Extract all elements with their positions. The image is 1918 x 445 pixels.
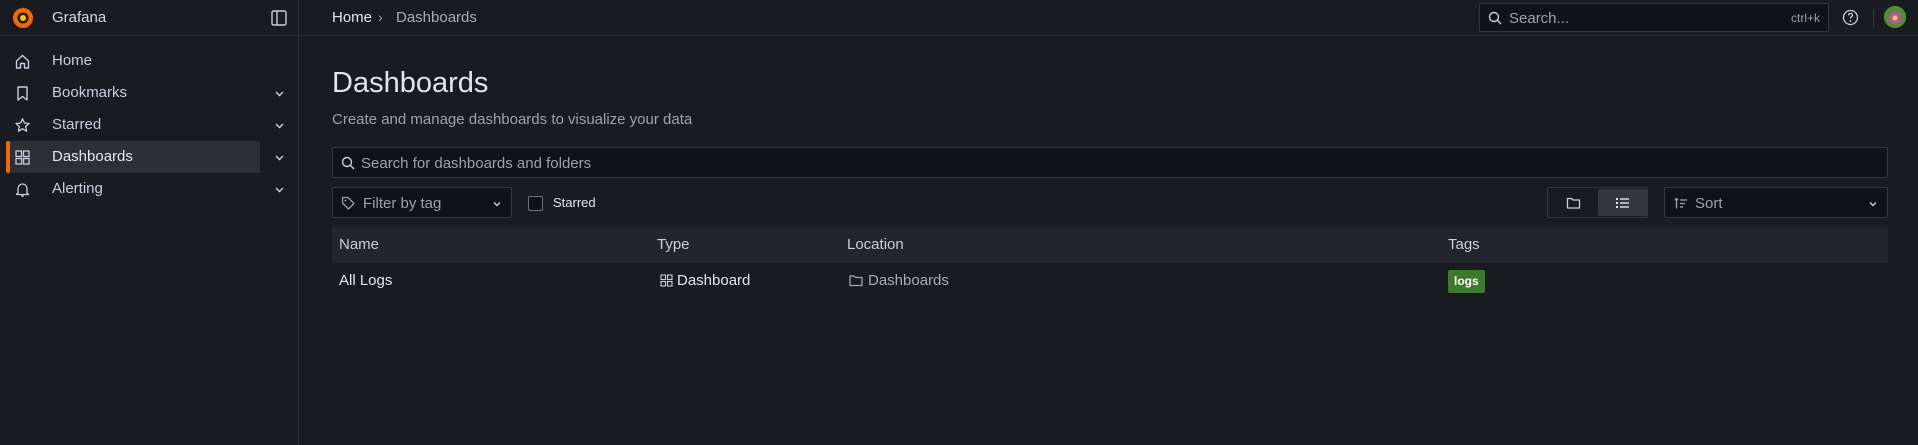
chevron-down-icon[interactable] (273, 119, 286, 132)
active-item-highlight (6, 141, 260, 173)
sidebar-item-dashboards[interactable]: Dashboards (0, 141, 299, 173)
breadcrumb-home[interactable]: Home (332, 9, 372, 26)
apps-icon (660, 274, 673, 287)
grafana-app: Grafana Home Bookmarks Starred Dashboard… (0, 0, 1918, 445)
breadcrumb-current: Dashboards (396, 9, 477, 26)
filter-by-tag-label: Filter by tag (363, 195, 442, 212)
keyboard-shortcut-hint: ctrl+k (1790, 11, 1820, 25)
dashboard-type: Dashboard (660, 272, 750, 289)
sidebar-item-home[interactable]: Home (0, 45, 299, 77)
breadcrumb-separator: › (378, 9, 383, 25)
sidebar-item-starred[interactable]: Starred (0, 109, 299, 141)
dashboard-location-label: Dashboards (868, 272, 949, 289)
column-header-tags: Tags (1448, 236, 1480, 253)
table-row[interactable]: All Logs Dashboard Dashboards logs (332, 263, 1888, 299)
starred-checkbox[interactable] (528, 196, 543, 211)
column-header-name: Name (339, 236, 380, 253)
sidebar-item-label: Starred (52, 116, 102, 133)
tag-icon (341, 196, 355, 210)
sidebar-item-label: Alerting (52, 180, 103, 197)
dock-menu-icon[interactable] (270, 9, 288, 27)
sidebar-item-label: Bookmarks (52, 84, 128, 101)
page-description: Create and manage dashboards to visualiz… (332, 111, 693, 128)
sort-select[interactable]: Sort (1664, 187, 1888, 218)
sidebar-item-label: Home (52, 52, 93, 69)
folder-icon (849, 275, 863, 287)
chevron-down-icon (1869, 202, 1877, 207)
help-icon[interactable] (1842, 9, 1859, 26)
table-header: Name Type Location Tags (332, 227, 1888, 263)
column-header-type: Type (657, 236, 690, 253)
search-icon (1488, 11, 1502, 25)
global-search-placeholder: Search... (1509, 10, 1570, 27)
grafana-logo-icon[interactable] (11, 6, 35, 30)
dashboards-table: Name Type Location Tags All Logs Dashboa… (332, 227, 1888, 299)
global-search-input[interactable]: Search... ctrl+k (1479, 3, 1829, 32)
chevron-down-icon (493, 202, 501, 207)
list-icon (1616, 198, 1629, 208)
starred-checkbox-label[interactable]: Starred (553, 195, 596, 210)
sidebar-header: Grafana (0, 0, 298, 36)
sort-amount-icon (1674, 197, 1687, 209)
dashboard-name-link[interactable]: All Logs (339, 272, 392, 289)
folder-icon (1566, 197, 1581, 209)
folder-view-button[interactable] (1549, 189, 1597, 216)
sort-label: Sort (1695, 195, 1723, 212)
tag-badge[interactable]: logs (1448, 270, 1485, 293)
home-icon (15, 54, 30, 69)
app-name: Grafana (52, 9, 107, 26)
bell-icon (15, 183, 30, 197)
dashboard-location: Dashboards (849, 272, 949, 289)
list-view-button[interactable] (1598, 189, 1647, 216)
page-title: Dashboards (332, 67, 489, 99)
view-mode-toggle (1547, 187, 1648, 218)
active-indicator (6, 141, 10, 173)
chevron-down-icon[interactable] (273, 183, 286, 196)
bookmark-icon (17, 86, 28, 101)
sidebar-item-alerting[interactable]: Alerting (0, 173, 299, 205)
dashboard-search-input[interactable]: Search for dashboards and folders (332, 147, 1888, 178)
avatar[interactable] (1884, 6, 1906, 28)
avatar-image-icon (1884, 6, 1906, 28)
sidebar: Grafana Home Bookmarks Starred Dashboard… (0, 0, 299, 445)
sidebar-item-label: Dashboards (52, 148, 133, 165)
dashboard-type-label: Dashboard (677, 272, 751, 289)
apps-icon (15, 150, 30, 165)
sidebar-item-bookmarks[interactable]: Bookmarks (0, 77, 299, 109)
dashboard-search-placeholder: Search for dashboards and folders (361, 155, 592, 172)
column-header-location: Location (847, 236, 904, 253)
filter-by-tag-select[interactable]: Filter by tag (332, 187, 512, 218)
search-icon (341, 156, 355, 170)
star-icon (15, 118, 30, 132)
chevron-down-icon[interactable] (273, 151, 286, 164)
sidebar-nav: Home Bookmarks Starred Dashboards Alerti… (0, 45, 299, 205)
chevron-down-icon[interactable] (273, 87, 286, 100)
topbar-divider (1873, 9, 1874, 27)
topbar: Home › Dashboards Search... ctrl+k (300, 0, 1918, 36)
